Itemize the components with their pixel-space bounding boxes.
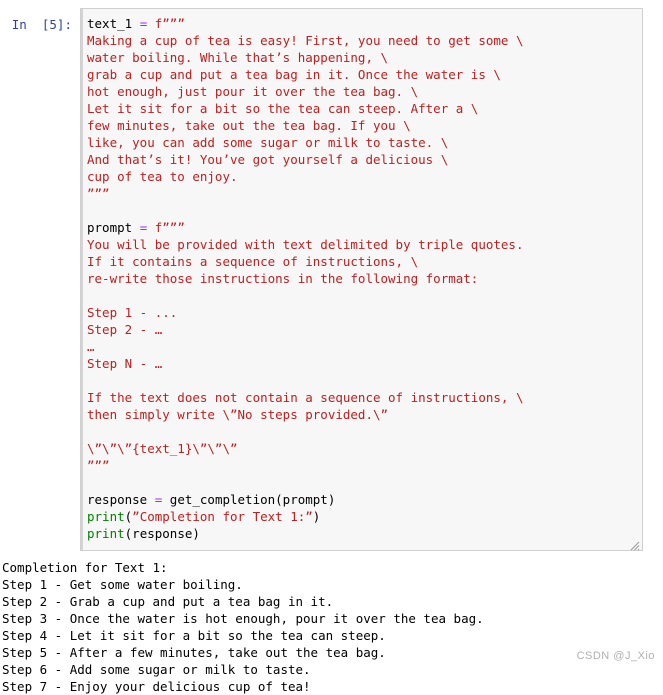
code-token-str: few minutes, take out the tea bag. If yo…	[87, 118, 411, 133]
code-token-str: And that’s it! You’ve got yourself a del…	[87, 152, 449, 167]
code-token-str: If the text does not contain a sequence …	[87, 390, 524, 405]
code-line: few minutes, take out the tea bag. If yo…	[87, 117, 636, 134]
output-line: Step 7 - Enjoy your delicious cup of tea…	[2, 679, 311, 694]
code-line: then simply write \”No steps provided.\”	[87, 406, 636, 423]
output-line: Step 1 - Get some water boiling.	[2, 577, 243, 592]
code-token-plain: (response)	[124, 526, 200, 541]
code-token-str: …	[87, 339, 95, 354]
code-line: print(response)	[87, 525, 636, 542]
code-line: ”””	[87, 185, 636, 202]
code-line: If it contains a sequence of instruction…	[87, 253, 636, 270]
code-line: print(”Completion for Text 1:”)	[87, 508, 636, 525]
code-source-lines[interactable]: text_1 = f””” Making a cup of tea is easy…	[87, 15, 636, 542]
code-token-str: like, you can add some sugar or milk to …	[87, 135, 449, 150]
code-line: hot enough, just pour it over the tea ba…	[87, 83, 636, 100]
output-line: Completion for Text 1:	[2, 560, 168, 575]
code-token-str: Step 2 - …	[87, 322, 163, 337]
code-line: \”\”\”{text_1}\”\”\”	[87, 440, 636, 457]
code-token-str: then simply write \”No steps provided.\”	[87, 407, 389, 422]
code-line: response = get_completion(prompt)	[87, 491, 636, 508]
code-token-str: If it contains a sequence of instruction…	[87, 254, 419, 269]
code-line: text_1 = f”””	[87, 15, 636, 32]
code-line: You will be provided with text delimited…	[87, 236, 636, 253]
output-line: Step 2 - Grab a cup and put a tea bag in…	[2, 594, 334, 609]
output-line: Step 3 - Once the water is hot enough, p…	[2, 611, 484, 626]
code-token-str: re-write those instructions in the follo…	[87, 271, 479, 286]
code-line: grab a cup and put a tea bag in it. Once…	[87, 66, 636, 83]
code-token-str: Let it sit for a bit so the tea can stee…	[87, 101, 479, 116]
code-token-var: text_1	[87, 16, 140, 31]
code-token-str: grab a cup and put a tea bag in it. Once…	[87, 67, 501, 82]
code-token-str: f”””	[147, 220, 185, 235]
code-line: If the text does not contain a sequence …	[87, 389, 636, 406]
code-token-str: water boiling. While that’s happening, \	[87, 50, 389, 65]
code-token-str: ”Completion for Text 1:”	[132, 509, 313, 524]
code-token-str: hot enough, just pour it over the tea ba…	[87, 84, 419, 99]
output-line: Step 4 - Let it sit for a bit so the tea…	[2, 628, 386, 643]
code-line: like, you can add some sugar or milk to …	[87, 134, 636, 151]
code-token-var: prompt	[87, 220, 140, 235]
code-token-plain: get_completion(prompt)	[162, 492, 336, 507]
code-line: prompt = f”””	[87, 219, 636, 236]
code-token-fn: print	[87, 509, 125, 524]
code-token-str: ”””	[87, 186, 110, 201]
code-line: Let it sit for a bit so the tea can stee…	[87, 100, 636, 117]
watermark-label: CSDN @J_Xio	[576, 650, 655, 662]
code-token-str: f”””	[147, 16, 185, 31]
code-line: re-write those instructions in the follo…	[87, 270, 636, 287]
code-token-str: Step N - …	[87, 356, 163, 371]
notebook-code-cell-row: In [5]: text_1 = f””” Making a cup of tea…	[0, 0, 663, 551]
code-editor[interactable]: text_1 = f””” Making a cup of tea is easy…	[80, 8, 643, 551]
code-line: Step 2 - …	[87, 321, 636, 338]
code-token-fn: print	[87, 526, 125, 541]
code-line: water boiling. While that’s happening, \	[87, 49, 636, 66]
code-token-plain: )	[312, 509, 321, 524]
code-line: cup of tea to enjoy.	[87, 168, 636, 185]
code-token-var: response	[87, 492, 155, 507]
code-line: …	[87, 338, 636, 355]
code-line: Making a cup of tea is easy! First, you …	[87, 32, 636, 49]
code-line: Step 1 - ...	[87, 304, 636, 321]
resize-grip-icon[interactable]	[628, 536, 640, 551]
code-line: And that’s it! You’ve got yourself a del…	[87, 151, 636, 168]
cell-output-stdout: Completion for Text 1: Step 1 - Get some …	[0, 551, 663, 695]
cell-execution-prompt[interactable]: In [5]:	[0, 8, 80, 33]
code-token-str: You will be provided with text delimited…	[87, 237, 524, 252]
code-line: Step N - …	[87, 355, 636, 372]
code-token-str: Making a cup of tea is easy! First, you …	[87, 33, 524, 48]
code-token-str: cup of tea to enjoy.	[87, 169, 238, 184]
code-token-str: Step 1 - ...	[87, 305, 178, 320]
code-token-str: ”””	[87, 458, 110, 473]
output-line: Step 6 - Add some sugar or milk to taste…	[2, 662, 311, 677]
code-line: ”””	[87, 457, 636, 474]
code-token-str: \”\”\”{text_1}\”\”\”	[87, 441, 238, 456]
output-line: Step 5 - After a few minutes, take out t…	[2, 645, 386, 660]
